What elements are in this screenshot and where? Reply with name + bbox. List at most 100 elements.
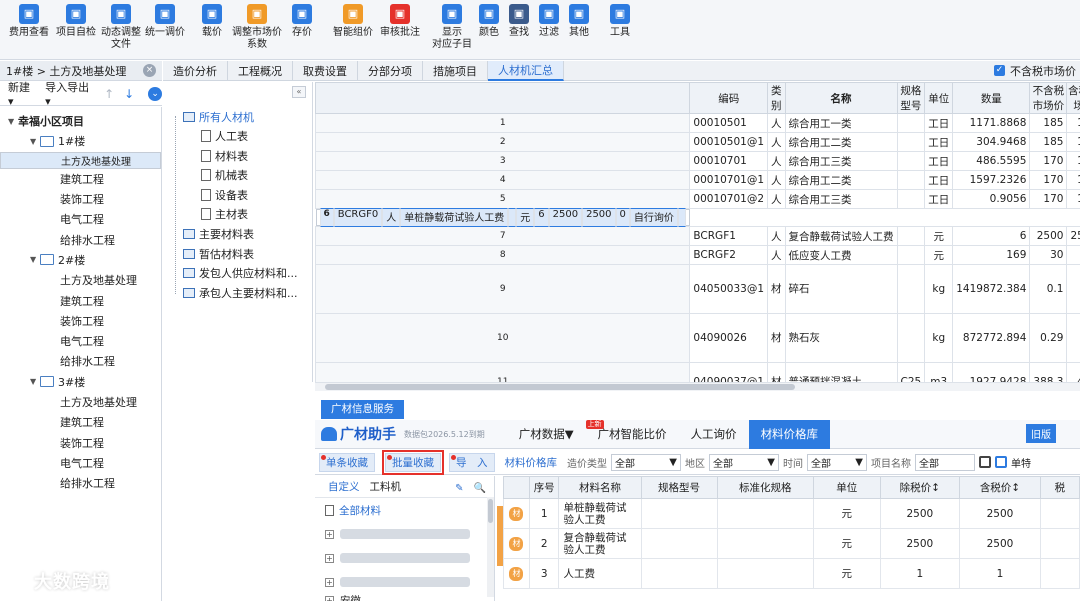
ribbon-button-5[interactable]: ▣ 调整市场价 系数: [230, 0, 284, 60]
table-row[interactable]: 300010701人综合用工三类工日486.55951701700自行询价: [315, 151, 1080, 171]
ribbon-button-0[interactable]: ▣ 费用查看: [4, 0, 54, 60]
table-row[interactable]: 材 3 人工费元 1 1: [503, 558, 1080, 589]
category-item[interactable]: 人工表: [201, 127, 248, 145]
cell-code[interactable]: 00010501@1: [689, 132, 769, 152]
library-button-1[interactable]: 批量收藏: [382, 449, 444, 475]
new-button[interactable]: 新建▾: [8, 79, 35, 108]
category-item[interactable]: 主要材料表: [183, 225, 254, 243]
cell-std[interactable]: [716, 528, 814, 559]
tree-node[interactable]: 电气工程: [0, 331, 161, 351]
cell-type[interactable]: 人: [767, 113, 786, 133]
ribbon-button-3[interactable]: ▣ 统一调价: [144, 0, 186, 60]
cell-spec[interactable]: [896, 313, 926, 363]
tab-3[interactable]: 分部分项: [358, 61, 423, 81]
cell-std[interactable]: [716, 558, 814, 589]
tree-node[interactable]: ▼ 1#楼: [0, 131, 161, 151]
cell-qty[interactable]: 1419872.384: [952, 264, 1031, 314]
expand-circle-icon[interactable]: ⌄: [148, 86, 162, 101]
cell-name[interactable]: 综合用工一类: [784, 113, 898, 133]
cell-type[interactable]: 人: [767, 226, 786, 246]
cell-tax[interactable]: 0: [615, 208, 630, 227]
tab-0[interactable]: 造价分析: [163, 61, 228, 81]
close-icon[interactable]: ×: [143, 64, 156, 77]
cell-p2[interactable]: 2500: [959, 498, 1041, 529]
cell-qty[interactable]: 169: [952, 245, 1031, 265]
cell-p1[interactable]: 388.3: [1029, 362, 1068, 382]
cell-qty[interactable]: 872772.894: [952, 313, 1031, 363]
ribbon-button-9[interactable]: ▣ 显示 对应子目: [430, 0, 474, 60]
cell-type[interactable]: 材: [767, 362, 786, 382]
tree-node[interactable]: ▼ 2#楼: [0, 250, 161, 270]
table-row[interactable]: 904050033@1材碎石kg1419872.3840.10.13北京专业测定…: [315, 264, 1080, 314]
cell-spec[interactable]: [896, 170, 926, 190]
tab-4[interactable]: 措施项目: [423, 61, 488, 81]
move-up-icon[interactable]: ↑: [104, 87, 114, 101]
tree-node[interactable]: 装饰工程: [0, 432, 161, 452]
bottom-tab-0[interactable]: 广材数据▼: [507, 420, 586, 449]
cell-type[interactable]: 人: [382, 208, 401, 227]
column-header[interactable]: 名称: [784, 82, 898, 114]
cell-code[interactable]: 04090026: [689, 313, 769, 363]
tax-toggle[interactable]: ✓ 不含税市场价: [994, 61, 1080, 80]
cell-p1[interactable]: 185: [1029, 132, 1068, 152]
guangcai-service-tab[interactable]: 广材信息服务: [321, 400, 404, 419]
cell-spec[interactable]: [896, 264, 926, 314]
cell-qty[interactable]: 0.9056: [952, 189, 1031, 209]
cell-unit[interactable]: 元: [924, 245, 954, 265]
cell-code[interactable]: 00010501: [689, 113, 769, 133]
cell-qty[interactable]: 1597.2326: [952, 170, 1031, 190]
tree-node[interactable]: 给排水工程: [0, 351, 161, 371]
cell-unit[interactable]: m3: [924, 362, 954, 382]
edit-search-icons[interactable]: ✎ 🔍: [455, 479, 486, 494]
cell-unit[interactable]: 元: [924, 226, 954, 246]
cell-code[interactable]: BCRGF2: [689, 245, 769, 265]
cell-p2[interactable]: 2500: [959, 528, 1041, 559]
cell-p1[interactable]: 2500: [548, 208, 583, 227]
column-header[interactable]: 单位: [924, 82, 954, 114]
filter-select[interactable]: 全部 ▼: [709, 453, 779, 471]
category-item[interactable]: 主材表: [201, 205, 248, 223]
cell-p2[interactable]: 185: [1066, 113, 1080, 133]
cell-name[interactable]: 综合用工三类: [784, 151, 898, 171]
tab-2[interactable]: 取费设置: [293, 61, 358, 81]
lock-icon[interactable]: [979, 456, 991, 468]
cell-name[interactable]: 复合静载荷试验人工费: [784, 226, 898, 246]
cell-unit[interactable]: kg: [924, 313, 954, 363]
cell-p1[interactable]: 0.29: [1029, 313, 1068, 363]
chevron-down-icon[interactable]: ▼: [8, 117, 18, 126]
cell-spec[interactable]: [640, 558, 718, 589]
cell-spec[interactable]: [640, 528, 718, 559]
cell-spec[interactable]: [508, 208, 517, 227]
cell-name[interactable]: 综合用工二类: [784, 132, 898, 152]
ribbon-button-10[interactable]: ▣ 颜色: [474, 0, 504, 60]
cell-p2[interactable]: 185: [1066, 132, 1080, 152]
cell-code[interactable]: 04050033@1: [689, 264, 769, 314]
list-item[interactable]: +: [315, 546, 494, 570]
cell-code[interactable]: BCRGF0: [333, 208, 383, 227]
category-item[interactable]: 所有人材机: [183, 108, 254, 126]
cell-unit[interactable]: 元: [812, 498, 881, 529]
column-header[interactable]: 含税价↕: [959, 476, 1041, 499]
cell-p1[interactable]: 170: [1029, 170, 1068, 190]
cell-spec[interactable]: [640, 498, 718, 529]
cell-n[interactable]: 3: [528, 558, 560, 589]
column-header[interactable]: 规格型号: [640, 476, 718, 499]
cell-type[interactable]: 人: [767, 189, 786, 209]
cell-n[interactable]: 1: [528, 498, 560, 529]
cell-code[interactable]: 00010701: [689, 151, 769, 171]
cell-qty[interactable]: 6: [952, 226, 1031, 246]
table-row[interactable]: 1004090026材熟石灰kg872772.8940.290.33北京专业测定…: [315, 313, 1080, 363]
vertical-scrollbar[interactable]: [487, 497, 494, 597]
bottom-tab-3[interactable]: 材料价格库: [748, 419, 831, 449]
list-item[interactable]: + 安徽: [315, 594, 494, 601]
category-item[interactable]: 材料表: [201, 147, 248, 165]
cell-code[interactable]: 04090037@1: [689, 362, 769, 382]
cell-spec[interactable]: [896, 151, 926, 171]
old-version-button[interactable]: 旧版: [1026, 424, 1056, 443]
expand-icon[interactable]: +: [325, 595, 334, 601]
ribbon-button-6[interactable]: ▣ 存价: [284, 0, 320, 60]
cell-p1[interactable]: 2500: [879, 498, 961, 529]
tree-node[interactable]: 装饰工程: [0, 311, 161, 331]
tree-node[interactable]: 建筑工程: [0, 169, 161, 189]
cell-p2[interactable]: 1: [959, 558, 1041, 589]
